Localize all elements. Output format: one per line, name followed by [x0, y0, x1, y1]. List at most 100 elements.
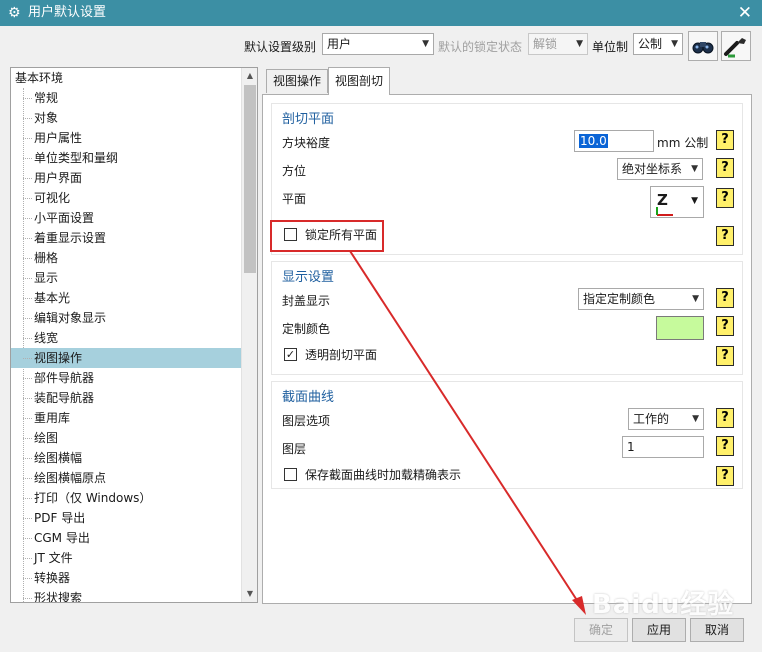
tree-item[interactable]: 编辑对象显示 — [11, 308, 241, 328]
chevron-down-icon: ▼ — [422, 39, 429, 49]
chevron-down-icon: ▼ — [576, 39, 583, 49]
tree-connector — [23, 278, 32, 279]
tree-item[interactable]: 基本光 — [11, 288, 241, 308]
tree-item[interactable]: 转换器 — [11, 568, 241, 588]
close-icon[interactable]: ✕ — [738, 2, 752, 24]
tree-connector — [23, 498, 32, 499]
tree-connector — [23, 458, 32, 459]
tree-item-label: 常规 — [34, 91, 59, 105]
tree-item-label: 小平面设置 — [34, 211, 95, 225]
tree-item[interactable]: JT 文件 — [11, 548, 241, 568]
manage-settings-button[interactable] — [721, 31, 751, 61]
layer-value: 1 — [627, 440, 635, 454]
layer-input[interactable]: 1 — [622, 436, 704, 458]
category-tree[interactable]: 基本环境常规对象用户属性 单位类型和量纲 用户界面 可视化小平面设置着重显示设置栅格显… — [10, 67, 258, 603]
tree-item[interactable]: 用户属性 — [11, 128, 241, 148]
plane-label: 平面 — [282, 192, 307, 206]
tree-root-basic-environment[interactable]: 基本环境 — [11, 68, 241, 88]
layer-label: 图层 — [282, 442, 307, 456]
custom-color-label: 定制颜色 — [282, 322, 331, 336]
section-plane-group: 剖切平面 方块裕度 10.0 mm 公制 ? 方位 绝对坐标系 ▼ ? 平面 Z… — [271, 103, 743, 255]
tree-item[interactable]: CGM 导出 — [11, 528, 241, 548]
scroll-down-icon[interactable]: ▼ — [242, 586, 257, 602]
orientation-select[interactable]: 绝对坐标系 ▼ — [617, 158, 703, 180]
help-icon[interactable]: ? — [716, 188, 734, 208]
help-icon[interactable]: ? — [716, 226, 734, 246]
tree-item[interactable]: 绘图横幅 — [11, 448, 241, 468]
display-settings-header: 显示设置 — [282, 270, 335, 285]
display-settings-group: 显示设置 封盖显示 指定定制颜色 ▼ ? 定制颜色 ? ✓ 透明剖切平面 ? — [271, 261, 743, 375]
custom-color-swatch[interactable] — [656, 316, 704, 340]
binoculars-icon — [692, 42, 714, 54]
tree-connector — [23, 238, 32, 239]
layer-option-select[interactable]: 工作的 ▼ — [628, 408, 704, 430]
tree-connector — [23, 558, 32, 559]
wrench-icon — [724, 38, 746, 58]
tree-item-label: 显示 — [34, 271, 59, 285]
tree-item-label: 对象 — [34, 111, 59, 125]
tree-item-label: 形状搜索 — [34, 591, 83, 603]
ok-button[interactable]: 确定 — [574, 618, 628, 642]
tree-item[interactable]: 绘图 — [11, 428, 241, 448]
lock-state-label: 默认的锁定状态 — [438, 40, 523, 54]
block-margin-unit: mm 公制 — [657, 136, 709, 150]
tree-item[interactable]: 常规 — [11, 88, 241, 108]
tree-item-label: PDF 导出 — [34, 511, 86, 525]
help-icon[interactable]: ? — [716, 436, 734, 456]
tree-connector — [23, 298, 32, 299]
tree-item-label: 着重显示设置 — [34, 231, 107, 245]
plane-select[interactable]: Z ▼ — [650, 186, 704, 218]
tree-item-label: JT 文件 — [34, 551, 73, 565]
transparent-plane-checkbox[interactable]: ✓ — [284, 348, 297, 361]
tree-connector — [23, 338, 32, 339]
tree-item[interactable]: 重用库 — [11, 408, 241, 428]
chevron-down-icon: ▼ — [692, 414, 699, 424]
save-exact-checkbox[interactable] — [284, 468, 297, 481]
tree-item[interactable]: 绘图横幅原点 — [11, 468, 241, 488]
block-margin-value: 10.0 — [579, 134, 608, 148]
tree-connector — [23, 478, 32, 479]
layer-option-value: 工作的 — [633, 412, 670, 426]
tab-view-operation[interactable]: 视图操作 — [266, 69, 329, 93]
tree-item[interactable]: PDF 导出 — [11, 508, 241, 528]
tree-item[interactable]: 单位类型和量纲 — [11, 148, 241, 168]
scroll-thumb[interactable] — [244, 85, 256, 273]
help-icon[interactable]: ? — [716, 316, 734, 336]
tree-item[interactable]: 可视化 — [11, 188, 241, 208]
tree-item[interactable]: 打印（仅 Windows） — [11, 488, 241, 508]
default-level-select[interactable]: 用户 ▼ — [322, 33, 434, 55]
unit-system-select[interactable]: 公制 ▼ — [633, 33, 683, 55]
tree-item-label: 打印（仅 Windows） — [34, 491, 152, 505]
help-icon[interactable]: ? — [716, 288, 734, 308]
help-icon[interactable]: ? — [716, 466, 734, 486]
block-margin-input[interactable]: 10.0 — [574, 130, 654, 152]
help-icon[interactable]: ? — [716, 346, 734, 366]
tree-item-label: 部件导航器 — [34, 371, 95, 385]
tree-item-label: 基本环境 — [15, 71, 64, 85]
tree-connector — [23, 158, 32, 159]
scroll-up-icon[interactable]: ▲ — [242, 68, 257, 84]
tree-item[interactable]: 对象 — [11, 108, 241, 128]
cap-display-select[interactable]: 指定定制颜色 ▼ — [578, 288, 704, 310]
tree-item[interactable]: 线宽 — [11, 328, 241, 348]
tree-item[interactable]: 部件导航器 — [11, 368, 241, 388]
help-icon[interactable]: ? — [716, 130, 734, 150]
find-defaults-button[interactable] — [688, 31, 718, 61]
apply-button[interactable]: 应用 — [632, 618, 686, 642]
tree-item[interactable]: 小平面设置 — [11, 208, 241, 228]
lock-all-planes-checkbox[interactable] — [284, 228, 297, 241]
tree-item[interactable]: 栅格 — [11, 248, 241, 268]
tree-item[interactable]: 用户界面 — [11, 168, 241, 188]
tree-item[interactable]: 显示 — [11, 268, 241, 288]
tree-item[interactable]: 形状搜索 — [11, 588, 241, 603]
help-icon[interactable]: ? — [716, 408, 734, 428]
section-plane-header: 剖切平面 — [282, 112, 335, 127]
tree-scrollbar[interactable]: ▲ ▼ — [241, 68, 257, 602]
tree-item[interactable]: 装配导航器 — [11, 388, 241, 408]
tree-item-label: 线宽 — [34, 331, 59, 345]
cancel-button[interactable]: 取消 — [690, 618, 744, 642]
tree-item[interactable]: 视图操作 — [11, 348, 241, 368]
tab-view-section[interactable]: 视图剖切 — [328, 67, 391, 95]
tree-item[interactable]: 着重显示设置 — [11, 228, 241, 248]
help-icon[interactable]: ? — [716, 158, 734, 178]
